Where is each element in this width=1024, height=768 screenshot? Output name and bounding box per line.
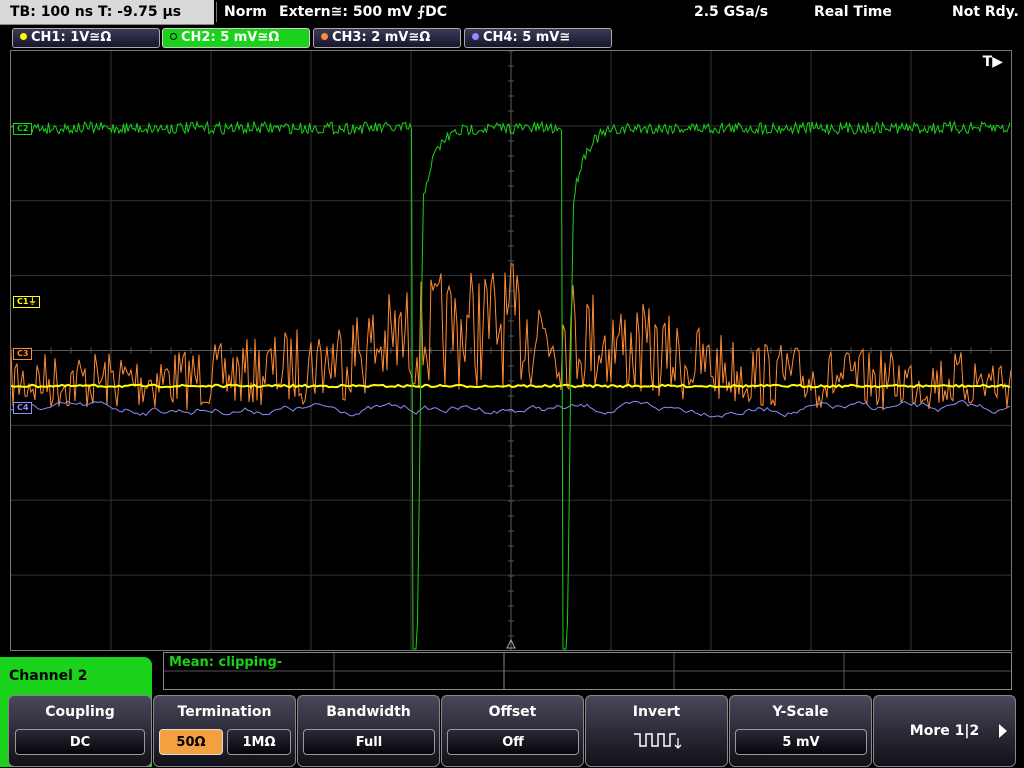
termination-softkey[interactable]: Termination 50Ω 1MΩ [153, 695, 296, 767]
timebase-readout[interactable]: TB: 100 ns T: -9.75 µs [0, 0, 214, 25]
bandwidth-value[interactable]: Full [303, 729, 435, 755]
offset-softkey[interactable]: Offset Off [441, 695, 584, 767]
invert-square-wave-icon [634, 733, 682, 749]
measurement-panel: Mean: clipping- [163, 652, 1012, 690]
ch1-color-dot [20, 33, 27, 40]
ch4-color-dot [472, 33, 479, 40]
trigger-mode[interactable]: Norm [224, 0, 267, 24]
coupling-title: Coupling [45, 704, 115, 720]
timebase-text: TB: 100 ns T: -9.75 µs [10, 4, 182, 20]
termination-1mohm-option[interactable]: 1MΩ [227, 729, 291, 755]
yscale-title: Y-Scale [772, 704, 829, 720]
waveform-canvas [11, 51, 1011, 650]
ch2-label: CH2: 5 mV≅Ω [181, 30, 280, 45]
invert-title: Invert [632, 704, 681, 720]
sample-rate: 2.5 GSa/s [694, 4, 769, 20]
more-softkey[interactable]: More 1|2 [873, 695, 1016, 767]
channel-tab-ch2[interactable]: CH2: 5 mV≅Ω [162, 28, 310, 48]
divider [216, 2, 217, 22]
coupling-softkey[interactable]: Coupling DC [8, 695, 152, 767]
waveform-display[interactable]: T▶ C1⏚ C2 C3 C4 [10, 50, 1012, 651]
ch2-color-dot [170, 33, 177, 40]
channel-tab-ch3[interactable]: CH3: 2 mV≅Ω [313, 28, 461, 48]
channel-tab-ch4[interactable]: CH4: 5 mV≅ [464, 28, 612, 48]
chevron-right-icon [999, 724, 1007, 738]
ch3-offset-marker[interactable]: C3 [13, 348, 33, 360]
measurement-grid [164, 653, 1011, 689]
offset-value[interactable]: Off [447, 729, 579, 755]
ch4-offset-marker[interactable]: C4 [13, 402, 33, 414]
bandwidth-title: Bandwidth [326, 704, 411, 720]
status-bar: TB: 100 ns T: -9.75 µs Norm Extern≅: 500… [0, 0, 1024, 26]
invert-softkey[interactable]: Invert [585, 695, 728, 767]
ch1-waveform [11, 383, 1011, 389]
ch2-offset-marker[interactable]: C2 [13, 123, 33, 135]
run-status: Not Rdy. [952, 4, 1019, 20]
bandwidth-softkey[interactable]: Bandwidth Full [297, 695, 440, 767]
yscale-value[interactable]: 5 mV [735, 729, 867, 755]
coupling-value[interactable]: DC [15, 729, 145, 755]
ch1-offset-marker[interactable]: C1⏚ [13, 296, 41, 308]
trigger-source[interactable]: Extern≅: 500 mV ⨍DC [279, 0, 447, 24]
ch4-label: CH4: 5 mV≅ [483, 30, 571, 45]
ch3-color-dot [321, 33, 328, 40]
menu-title: Channel 2 [9, 668, 88, 684]
channel-tab-ch1[interactable]: CH1: 1V≅Ω [12, 28, 160, 48]
ch1-label: CH1: 1V≅Ω [31, 30, 112, 45]
trigger-position-marker[interactable]: T▶ [983, 54, 1003, 70]
yscale-softkey[interactable]: Y-Scale 5 mV [729, 695, 872, 767]
termination-50ohm-option[interactable]: 50Ω [159, 729, 223, 755]
more-label: More 1|2 [909, 723, 980, 739]
acquisition-mode: Real Time [814, 4, 892, 20]
offset-title: Offset [488, 704, 537, 720]
termination-title: Termination [177, 704, 272, 720]
ch3-label: CH3: 2 mV≅Ω [332, 30, 431, 45]
